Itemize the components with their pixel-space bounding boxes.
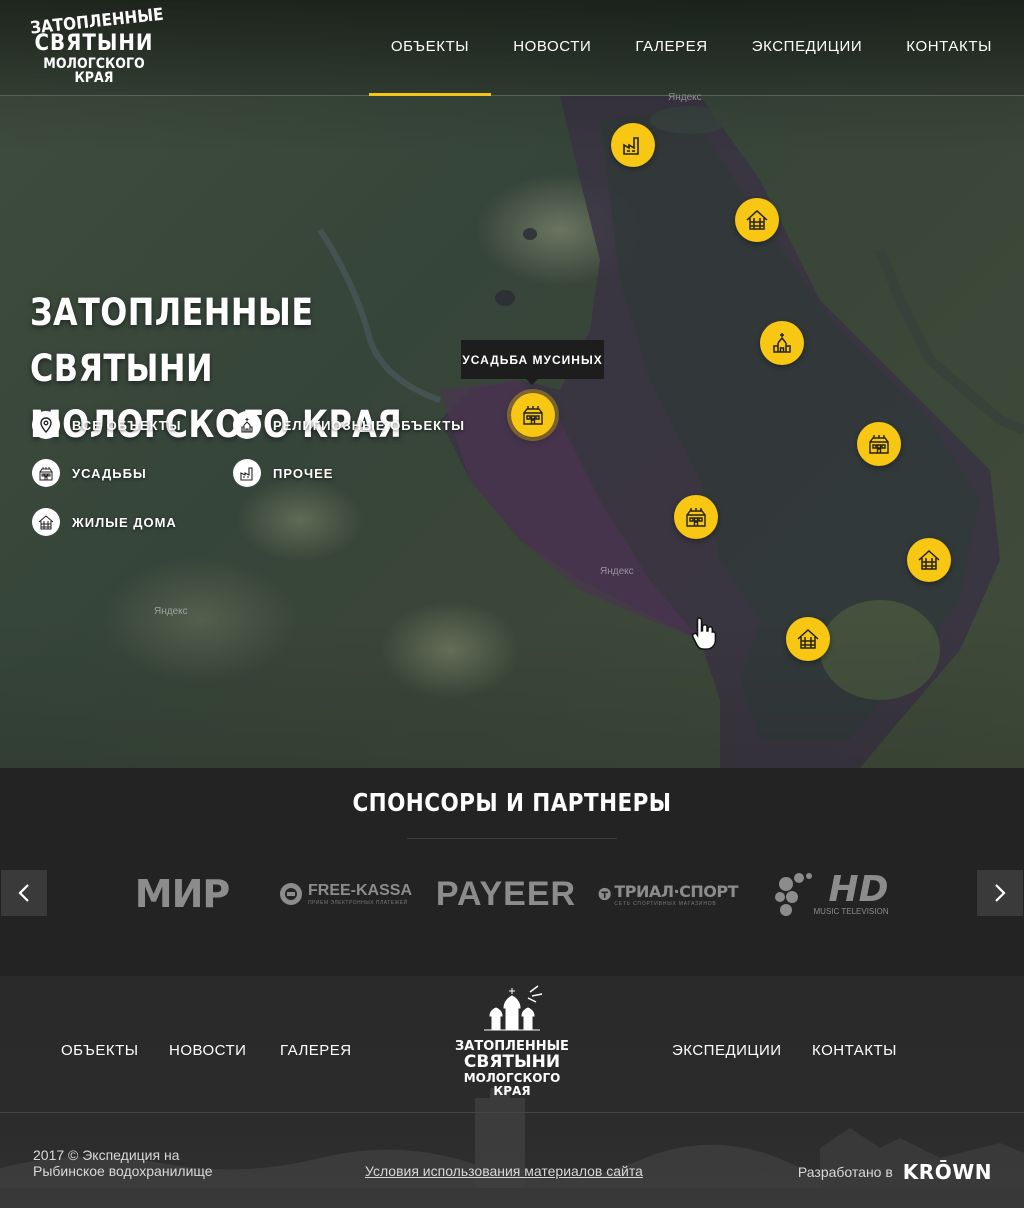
footer-nav-news[interactable]: НОВОСТИ (169, 1042, 246, 1059)
carousel-prev-button[interactable] (1, 870, 47, 916)
site-header: ЗАТОПЛЕННЫЕ СВЯТЫНИ МОЛОГСКОГО КРАЯ ОБЪЕ… (0, 0, 1024, 96)
developer-logo[interactable]: KRŌWN (903, 1160, 992, 1184)
chevron-left-icon (18, 884, 29, 902)
manor-icon (523, 406, 543, 425)
manor-icon (32, 459, 60, 487)
manor-icon (869, 435, 889, 454)
developer-credit: Разработано в KRŌWN (798, 1160, 992, 1184)
partner-tagline: СЕТЬ СПОРТИВНЫХ МАГАЗИНОВ (614, 900, 717, 907)
developer-label: Разработано в (797, 1164, 893, 1180)
page-title-line-1: ЗАТОПЛЕННЫЕ СВЯТЫНИ (30, 291, 314, 390)
map-marker-factory[interactable] (611, 123, 655, 167)
factory-icon (233, 459, 261, 487)
log-house-icon (797, 628, 819, 649)
partner-name: МИР (134, 872, 230, 916)
partner-tagline: MUSIC TELEVISION (813, 906, 889, 916)
footer-logo[interactable]: ЗАТОПЛЕННЫЕ СВЯТЫНИ МОЛОГСКОГО КРАЯ (452, 984, 572, 1104)
site-footer: ОБЪЕКТЫ НОВОСТИ ГАЛЕРЕЯ ЭКСПЕДИЦИИ КОНТА… (0, 976, 1024, 1208)
filter-label: УСАДЬБЫ (72, 465, 147, 481)
partner-name: PAYEER (435, 874, 577, 913)
nav-item-contacts[interactable]: КОНТАКТЫ (884, 0, 992, 96)
map-pin-icon (32, 411, 60, 439)
map-tooltip: УСАДЬБА МУСИНЫХ (461, 340, 604, 385)
partner-logo-free-kassa[interactable]: FREE-KASSA ПРИЕМ ЭЛЕКТРОННЫХ ПЛАТЕЖЕЙ (276, 868, 414, 920)
hand-cursor-icon (691, 617, 717, 650)
map-watermark: Яндекс (600, 566, 634, 577)
nav-item-news[interactable]: НОВОСТИ (491, 0, 613, 96)
sponsors-section: СПОНСОРЫ И ПАРТНЕРЫ МИР FREE-KASSA ПРИЕМ… (0, 768, 1024, 976)
partner-name: FREE-KASSA (307, 882, 412, 899)
factory-icon (623, 137, 639, 155)
map-marker-manor[interactable] (857, 422, 901, 466)
partner-logo-hd-music-tv[interactable]: HD MUSIC TELEVISION (766, 868, 894, 920)
chevron-right-icon (995, 884, 1006, 902)
filter-label: ПРОЧЕЕ (273, 465, 334, 481)
footer-logo-line-2: СВЯТЫНИ (463, 1052, 561, 1072)
filter-all-objects[interactable]: ВСЕ ОБЪЕКТЫ (32, 411, 181, 439)
hd-dots-icon (774, 873, 812, 916)
filter-manors[interactable]: УСАДЬБЫ (32, 459, 147, 487)
footer-nav-expeditions[interactable]: ЭКСПЕДИЦИИ (672, 1042, 782, 1059)
copyright-text: 2017 © Экспедиция на Рыбинское водохрани… (33, 1147, 213, 1179)
map-hero: Яндекс Яндекс Яндекс ЗАТОПЛЕННЫЕ СВЯТЫНИ… (0, 0, 1024, 768)
nav-item-expeditions[interactable]: ЭКСПЕДИЦИИ (730, 0, 885, 96)
map-marker-church[interactable] (760, 321, 804, 365)
footer-logo-line-3: МОЛОГСКОГО КРАЯ (463, 1070, 561, 1098)
logo-line-3: МОЛОГСКОГО КРАЯ (43, 56, 145, 86)
log-house-icon (32, 508, 60, 536)
filter-residential[interactable]: ЖИЛЫЕ ДОМА (32, 508, 177, 536)
manor-icon (686, 508, 706, 527)
partner-name: HD (828, 868, 889, 910)
map-marker-manor-selected[interactable] (511, 393, 555, 437)
church-logo-icon (484, 985, 543, 1031)
partner-name: ТРИАЛ·СПОРТ (614, 881, 738, 901)
partner-logo-trial-sport[interactable]: ТРИАЛ·СПОРТ СЕТЬ СПОРТИВНЫХ МАГАЗИНОВ (598, 868, 738, 920)
footer-nav-objects[interactable]: ОБЪЕКТЫ (61, 1042, 139, 1059)
filter-other[interactable]: ПРОЧЕЕ (233, 459, 333, 487)
footer-nav-gallery[interactable]: ГАЛЕРЕЯ (280, 1042, 352, 1059)
filter-religious[interactable]: РЕЛИГИОЗНЫЕ ОБЪЕКТЫ (233, 411, 465, 439)
log-house-icon (746, 209, 768, 230)
partner-logo-mir[interactable]: МИР (126, 868, 238, 920)
church-icon (773, 333, 791, 353)
footer-nav-contacts[interactable]: КОНТАКТЫ (812, 1042, 897, 1059)
filter-label: РЕЛИГИОЗНЫЕ ОБЪЕКТЫ (273, 417, 466, 433)
map-watermark: Яндекс (154, 606, 188, 617)
terms-link[interactable]: Условия использования материалов сайта (365, 1163, 643, 1179)
map-marker-log-house[interactable] (786, 617, 830, 661)
nav-item-objects[interactable]: ОБЪЕКТЫ (368, 0, 492, 96)
partner-logo-payeer[interactable]: PAYEER (436, 868, 575, 920)
sponsors-title: СПОНСОРЫ И ПАРТНЕРЫ (352, 788, 672, 817)
carousel-next-button[interactable] (977, 870, 1023, 916)
nav-item-gallery[interactable]: ГАЛЕРЕЯ (613, 0, 729, 96)
site-logo[interactable]: ЗАТОПЛЕННЫЕ СВЯТЫНИ МОЛОГСКОГО КРАЯ (29, 5, 164, 86)
sponsors-divider (407, 838, 617, 839)
log-house-icon (918, 549, 940, 570)
map-marker-log-house[interactable] (907, 538, 951, 582)
map-marker-manor[interactable] (674, 495, 718, 539)
footer-divider (0, 1112, 1024, 1113)
map-marker-log-house[interactable] (735, 198, 779, 242)
filter-label: ВСЕ ОБЪЕКТЫ (72, 417, 182, 433)
partner-tagline: ПРИЕМ ЭЛЕКТРОННЫХ ПЛАТЕЖЕЙ (307, 900, 408, 906)
church-icon (233, 411, 261, 439)
trial-sport-icon (598, 887, 611, 901)
filter-label: ЖИЛЫЕ ДОМА (72, 514, 177, 530)
free-kassa-icon (279, 883, 302, 905)
main-nav: ОБЪЕКТЫ НОВОСТИ ГАЛЕРЕЯ ЭКСПЕДИЦИИ КОНТА… (368, 0, 992, 96)
